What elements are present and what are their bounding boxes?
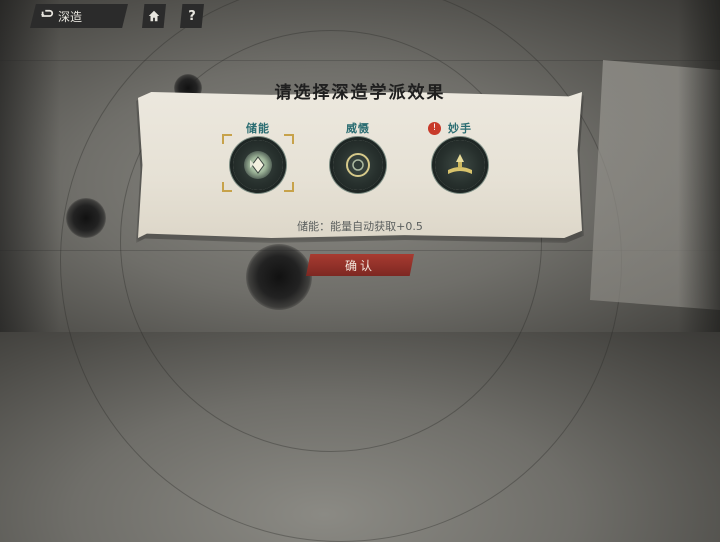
book-icon xyxy=(448,154,472,174)
effect-description: 储能：能量自动获取+0.5 xyxy=(297,220,423,233)
help-icon: ? xyxy=(188,8,196,24)
ring-icon xyxy=(346,153,370,177)
crystal-icon xyxy=(250,156,265,174)
top-navigation: 深造 ? xyxy=(30,4,204,28)
option-chuneng[interactable]: 储能 xyxy=(222,120,294,192)
ring-medal-icon xyxy=(333,140,383,190)
back-arrow-icon xyxy=(40,9,54,17)
selection-corner xyxy=(222,182,232,192)
selection-corner xyxy=(284,182,294,192)
left-vignette xyxy=(0,0,60,332)
option-label: 储能 xyxy=(246,122,270,135)
dialog-title: 请选择深造学派效果 xyxy=(274,83,446,103)
crystal-medal-icon xyxy=(233,140,283,190)
option-weishe[interactable]: 威慑 xyxy=(326,120,390,190)
back-button[interactable]: 深造 xyxy=(30,4,128,28)
help-button[interactable]: ? xyxy=(180,4,204,28)
home-icon xyxy=(148,10,160,22)
back-label: 深造 xyxy=(58,9,83,24)
selection-corner xyxy=(284,134,294,144)
book-medal-icon xyxy=(435,140,485,190)
selection-corner xyxy=(222,134,232,144)
option-label: 威慑 xyxy=(346,122,370,135)
alert-badge: ! xyxy=(428,122,441,135)
home-button[interactable] xyxy=(142,4,166,28)
ink-blot xyxy=(246,244,312,310)
right-vignette xyxy=(678,0,720,332)
confirm-button[interactable]: 确认 xyxy=(306,254,414,276)
option-miaoshou[interactable]: 妙手 ! xyxy=(428,120,492,190)
